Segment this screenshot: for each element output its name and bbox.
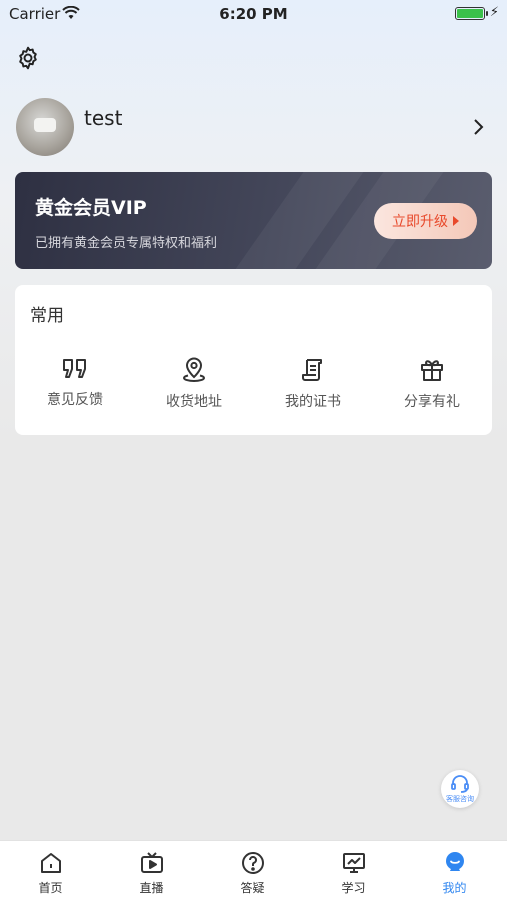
gear-icon [19,46,37,70]
settings-button[interactable] [15,45,41,71]
tab-live-label: 直播 [139,881,164,895]
tab-qa-label: 答疑 [240,881,265,895]
common-section: 常用 意见反馈 收货地址 我的证书 分享有礼 [15,285,492,435]
quote-icon [63,359,86,378]
vip-banner[interactable]: 黄金会员VIP 已拥有黄金会员专属特权和福利 立即升级 [15,172,492,269]
question-icon [241,852,264,874]
tab-live[interactable]: 直播 [101,841,202,900]
tab-study-label: 学习 [341,881,366,895]
tab-mine[interactable]: 我的 [404,841,505,900]
share-gift-label: 分享有礼 [404,394,460,410]
customer-service-label: 客服咨询 [446,795,474,803]
headset-icon [451,775,469,793]
tab-bar: 首页 直播 答疑 学习 我的 [0,840,507,900]
customer-service-button[interactable]: 客服咨询 [441,770,479,808]
profile-icon [445,852,464,871]
tab-mine-label: 我的 [442,881,467,895]
home-icon [40,853,61,873]
avatar[interactable] [16,98,74,156]
username: test [84,106,123,130]
play-triangle-icon [453,216,459,226]
tab-qa[interactable]: 答疑 [202,841,303,900]
vip-subtitle: 已拥有黄金会员专属特权和福利 [35,236,218,251]
tv-icon [140,852,163,873]
upgrade-label: 立即升级 [392,214,448,230]
section-title: 常用 [30,306,64,326]
tab-home[interactable]: 首页 [0,841,101,900]
charging-icon: ⚡ [489,5,499,20]
address-item[interactable]: 收货地址 [134,357,254,411]
certificate-item[interactable]: 我的证书 [253,357,373,411]
certificate-label: 我的证书 [285,394,341,410]
feedback-item[interactable]: 意见反馈 [15,357,135,409]
profile-row[interactable]: test [16,98,492,158]
share-gift-item[interactable]: 分享有礼 [372,357,492,411]
chevron-right-icon [474,119,484,135]
location-pin-icon [182,357,206,383]
clock: 6:20 PM [219,5,288,23]
monitor-chart-icon [342,853,365,873]
upgrade-button[interactable]: 立即升级 [374,203,477,239]
vip-title: 黄金会员VIP [35,197,147,219]
status-bar: Carrier 6:20 PM ⚡ [0,0,507,28]
address-label: 收货地址 [166,394,222,410]
feedback-label: 意见反馈 [47,392,103,408]
battery-icon [455,7,488,20]
tab-home-label: 首页 [38,881,63,895]
certificate-icon [302,359,322,381]
tab-study[interactable]: 学习 [303,841,404,900]
gift-icon [421,360,443,381]
